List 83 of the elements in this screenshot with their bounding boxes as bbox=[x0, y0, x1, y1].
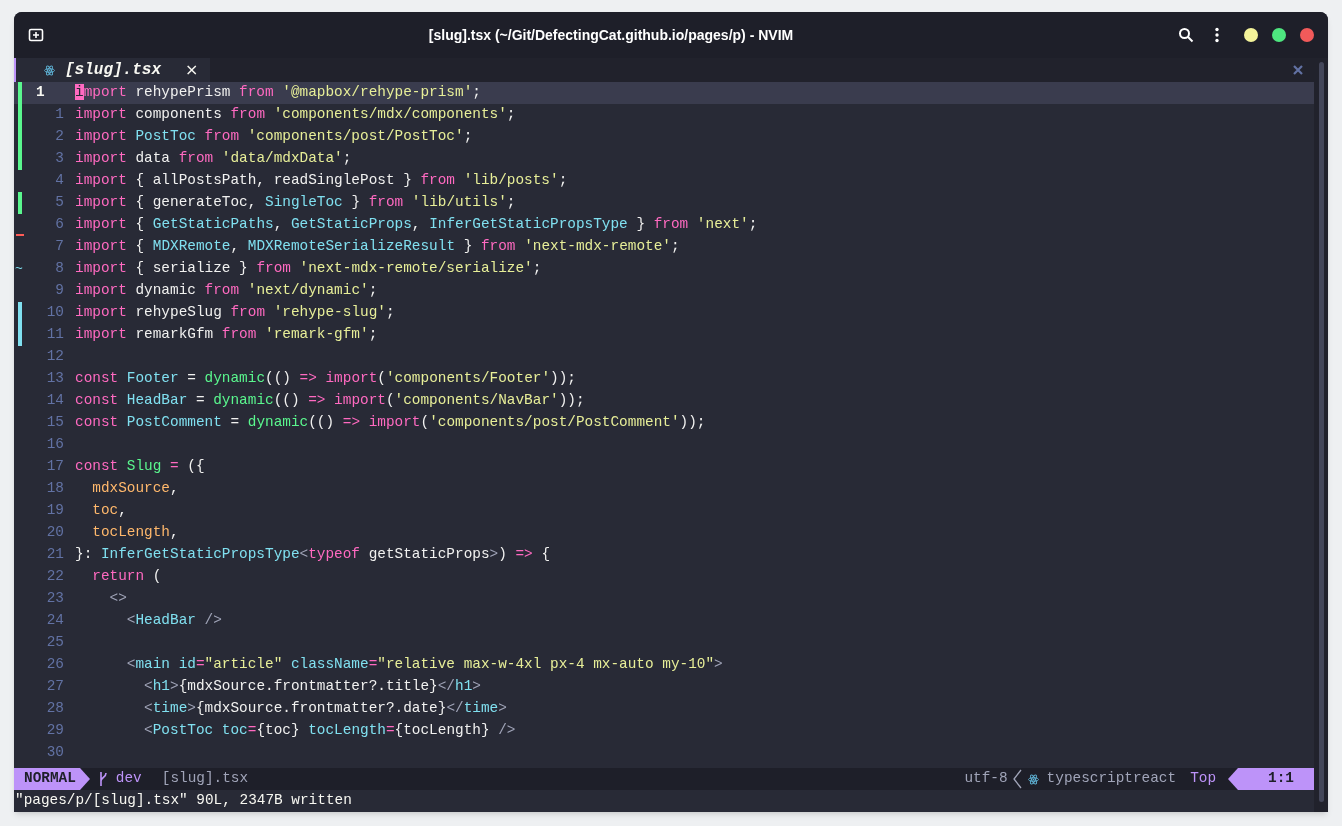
line-number: 5 bbox=[54, 193, 64, 213]
line-number: 7 bbox=[54, 237, 64, 257]
code-line: }: InferGetStaticPropsType<typeof getStaticProps>) => { bbox=[75, 545, 551, 565]
line-number: 17 bbox=[45, 457, 64, 477]
maximize-button[interactable] bbox=[1272, 28, 1286, 42]
line-number: 24 bbox=[45, 611, 64, 631]
git-branch: dev bbox=[115, 769, 142, 789]
line-number: 23 bbox=[45, 589, 64, 609]
line-number: 4 bbox=[54, 171, 64, 191]
line-number: 30 bbox=[45, 743, 64, 763]
chevron-separator-icon bbox=[1011, 769, 1022, 789]
git-branch-icon bbox=[97, 771, 108, 787]
new-tab-icon[interactable] bbox=[28, 27, 44, 43]
code-line: <main id="article" className="relative max-w-4xl px-4 mx-auto my-10"> bbox=[125, 655, 723, 675]
editor-tab[interactable]: [slug].tsx × bbox=[16, 58, 211, 82]
file-name: [slug].tsx bbox=[161, 769, 249, 789]
minimize-button[interactable] bbox=[1244, 28, 1258, 42]
line-number: 26 bbox=[45, 655, 64, 675]
line-number: 11 bbox=[45, 325, 64, 345]
line-number: 10 bbox=[45, 303, 64, 323]
code-line: import components from 'components/mdx/components'; bbox=[75, 105, 516, 125]
line-number: 21 bbox=[45, 545, 64, 565]
code-line: return ( bbox=[91, 567, 162, 587]
code-line: import rehypeSlug from 'rehype-slug'; bbox=[75, 303, 395, 323]
react-icon bbox=[44, 64, 55, 76]
tab-close-icon[interactable]: × bbox=[185, 58, 199, 82]
code-line: mdxSource, bbox=[91, 479, 179, 499]
code-line: import rehypePrism from '@mapbox/rehype-prism'; bbox=[75, 83, 481, 103]
tab-label: [slug].tsx bbox=[65, 60, 161, 81]
line-number: 25 bbox=[45, 633, 64, 653]
arrow-separator-icon bbox=[79, 768, 90, 790]
line-number: 6 bbox=[54, 215, 64, 235]
menu-icon[interactable] bbox=[1214, 27, 1220, 43]
arrow-separator-icon bbox=[1228, 768, 1239, 790]
scroll-position: Top bbox=[1190, 769, 1217, 789]
line-number: 14 bbox=[45, 391, 64, 411]
window-title: [slug].tsx (~/Git/DefectingCat.github.io/pages/p) - NVIM bbox=[427, 25, 795, 45]
search-icon[interactable] bbox=[1178, 27, 1194, 43]
line-number: 22 bbox=[45, 567, 64, 587]
file-encoding: utf-8 bbox=[964, 769, 1008, 789]
code-line: toc, bbox=[91, 501, 127, 521]
code-line: const Slug = ({ bbox=[75, 457, 205, 477]
code-line: import PostToc from 'components/post/PostToc'; bbox=[75, 127, 473, 147]
close-button[interactable] bbox=[1300, 28, 1314, 42]
code-line: const Footer = dynamic(() => import('components/Footer')); bbox=[75, 369, 576, 389]
code-line: <> bbox=[108, 589, 127, 609]
code-line: import data from 'data/mdxData'; bbox=[75, 149, 352, 169]
line-number: 29 bbox=[45, 721, 64, 741]
line-number: 28 bbox=[45, 699, 64, 719]
line-number: 3 bbox=[54, 149, 64, 169]
line-number: 12 bbox=[45, 347, 64, 367]
line-number: 13 bbox=[45, 369, 64, 389]
line-number: 20 bbox=[45, 523, 64, 543]
code-line: const PostComment = dynamic(() => import('components/post/PostComment')); bbox=[75, 413, 706, 433]
line-number: 18 bbox=[45, 479, 64, 499]
file-type: typescriptreact bbox=[1046, 769, 1177, 789]
code-line: const HeadBar = dynamic(() => import('components/NavBar')); bbox=[75, 391, 585, 411]
line-number: 27 bbox=[45, 677, 64, 697]
react-icon bbox=[1027, 773, 1039, 785]
line-number: 9 bbox=[54, 281, 64, 301]
line-number: 2 bbox=[54, 127, 64, 147]
code-line: tocLength, bbox=[91, 523, 179, 543]
code-line: <time>{mdxSource.frontmatter?.date}</time> bbox=[143, 699, 507, 719]
code-line: import { MDXRemote, MDXRemoteSerializeResult } from 'next-mdx-remote'; bbox=[75, 237, 680, 257]
code-line: <HeadBar /> bbox=[125, 611, 222, 631]
git-sign: ~ bbox=[15, 260, 23, 278]
scrollbar[interactable] bbox=[1314, 58, 1328, 812]
line-number: 19 bbox=[45, 501, 64, 521]
line-number: 1 bbox=[35, 83, 46, 103]
line-number: 15 bbox=[45, 413, 64, 433]
line-number: 8 bbox=[54, 259, 64, 279]
code-line: import { GetStaticPaths, GetStaticProps, InferGetStaticPropsType } from 'next'; bbox=[75, 215, 758, 235]
code-line: <h1>{mdxSource.frontmatter?.title}</h1> bbox=[143, 677, 481, 697]
command-line: "pages/p/[slug].tsx" 90L, 2347B written bbox=[14, 791, 353, 811]
code-line: <PostToc toc={toc} tocLength={tocLength} /> bbox=[143, 721, 516, 741]
code-line: import { allPostsPath, readSinglePost } from 'lib/posts'; bbox=[75, 171, 568, 191]
code-line: import remarkGfm from 'remark-gfm'; bbox=[75, 325, 378, 345]
line-number: 16 bbox=[45, 435, 64, 455]
close-icon[interactable] bbox=[1292, 64, 1304, 76]
line-number: 1 bbox=[54, 105, 64, 125]
code-line: import { generateToc, SingleToc } from 'lib/utils'; bbox=[75, 193, 516, 213]
code-line: import dynamic from 'next/dynamic'; bbox=[75, 281, 378, 301]
code-line: import { serialize } from 'next-mdx-remote/serialize'; bbox=[75, 259, 542, 279]
